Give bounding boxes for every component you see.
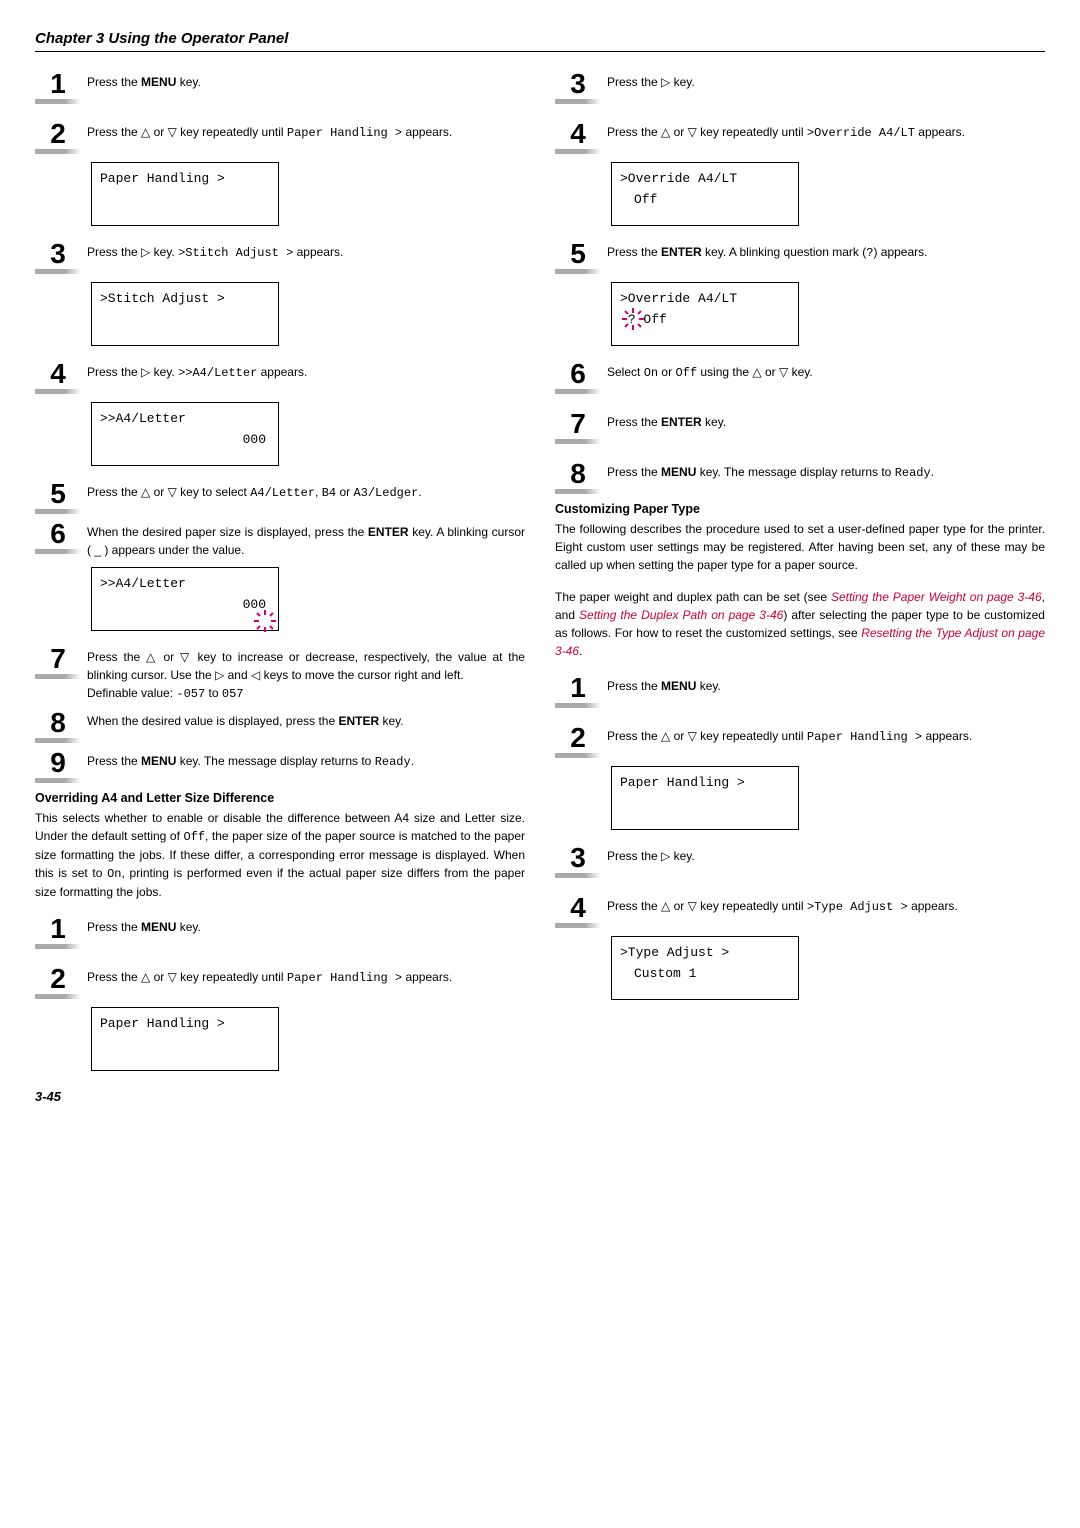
step-l5: 5 Press the or key to select A4/Letter, … (35, 480, 525, 514)
lcd: >Override A4/LT Off (611, 162, 799, 226)
step-c3: 3 Press the key. (555, 844, 1045, 878)
step-r8: 8 Press the MENU key. The message displa… (555, 460, 1045, 494)
step-c2: 2 Press the or key repeatedly until Pape… (555, 724, 1045, 758)
step-o1: 1 Press the MENU key. (35, 915, 525, 949)
step-l4: 4 Press the key. >>A4/Letter appears. (35, 360, 525, 394)
link[interactable]: Setting the Duplex Path on page 3-46 (579, 608, 783, 622)
lcd-with-cursor: >>A4/Letter 000 (91, 567, 279, 631)
left-column: 1 Press the MENU key. 2 Press the or key… (35, 70, 525, 1104)
lcd: Paper Handling > (611, 766, 799, 830)
lcd: >Stitch Adjust > (91, 282, 279, 346)
lcd: Paper Handling > (91, 162, 279, 226)
step-l9: 9 Press the MENU key. The message displa… (35, 749, 525, 783)
step-r3: 3 Press the key. (555, 70, 1045, 104)
section-heading: Overriding A4 and Letter Size Difference (35, 791, 525, 805)
lcd: >Type Adjust > Custom 1 (611, 936, 799, 1000)
step-l6: 6 When the desired paper size is display… (35, 520, 525, 559)
step-r7: 7 Press the ENTER key. (555, 410, 1045, 444)
step-r4: 4 Press the or key repeatedly until >Ove… (555, 120, 1045, 154)
lcd: >>A4/Letter 000 (91, 402, 279, 466)
step-l1: 1 Press the MENU key. (35, 70, 525, 104)
page-number: 3-45 (35, 1089, 525, 1104)
step-l7: 7 Press the or key to increase or decrea… (35, 645, 525, 703)
step-l8: 8 When the desired value is displayed, p… (35, 709, 525, 743)
paragraph: The paper weight and duplex path can be … (555, 588, 1045, 660)
chapter-title: Chapter 3 Using the Operator Panel (35, 30, 1045, 52)
paragraph: The following describes the procedure us… (555, 520, 1045, 574)
paragraph: This selects whether to enable or disabl… (35, 809, 525, 901)
step-l3: 3 Press the key. >Stitch Adjust > appear… (35, 240, 525, 274)
section-heading: Customizing Paper Type (555, 502, 1045, 516)
step-r5: 5 Press the ENTER key. A blinking questi… (555, 240, 1045, 274)
step-c1: 1 Press the MENU key. (555, 674, 1045, 708)
step-r6: 6 Select On or Off using the or key. (555, 360, 1045, 394)
lcd-with-cursor: >Override A4/LT ? Off (611, 282, 799, 346)
lcd: Paper Handling > (91, 1007, 279, 1071)
link[interactable]: Setting the Paper Weight on page 3-46 (831, 590, 1042, 604)
step-c4: 4 Press the or key repeatedly until >Typ… (555, 894, 1045, 928)
right-column: 3 Press the key. 4 Press the or key repe… (555, 70, 1045, 1104)
step-l2: 2 Press the or key repeatedly until Pape… (35, 120, 525, 154)
step-o2: 2 Press the or key repeatedly until Pape… (35, 965, 525, 999)
